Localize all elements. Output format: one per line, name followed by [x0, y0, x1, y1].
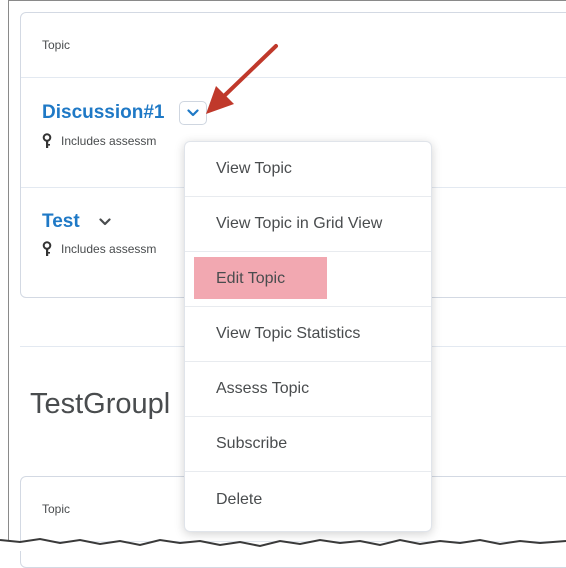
assessment-note: Includes assessm: [61, 242, 157, 256]
menu-item-view-topic[interactable]: View Topic: [185, 142, 431, 197]
topic-actions-button[interactable]: [94, 211, 116, 233]
topic-link-discussion1[interactable]: Discussion#1: [42, 102, 165, 124]
topic-link-test[interactable]: Test: [42, 211, 80, 233]
menu-item-assess-topic[interactable]: Assess Topic: [185, 362, 431, 417]
menu-item-subscribe[interactable]: Subscribe: [185, 417, 431, 472]
group-title: TestGroupl: [30, 388, 171, 420]
chevron-down-icon: [99, 218, 111, 226]
key-icon: [42, 133, 52, 149]
assessment-note: Includes assessm: [61, 134, 157, 148]
menu-item-delete[interactable]: Delete: [185, 472, 431, 527]
topic-column-label: Topic: [42, 502, 71, 516]
menu-item-edit-topic[interactable]: Edit Topic: [185, 252, 431, 307]
topic-context-menu: View Topic View Topic in Grid View Edit …: [184, 141, 432, 532]
key-icon: [42, 241, 52, 257]
topic-column-label: Topic: [42, 38, 71, 52]
torn-edge: [0, 537, 566, 551]
red-arrow-annotation: [206, 44, 278, 114]
topics-table-header: Topic: [21, 13, 566, 78]
menu-item-view-topic-grid[interactable]: View Topic in Grid View: [185, 197, 431, 252]
menu-item-view-topic-statistics[interactable]: View Topic Statistics: [185, 307, 431, 362]
